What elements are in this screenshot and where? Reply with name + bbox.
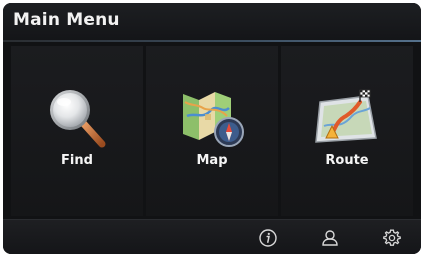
navigation-screen: Main Menu Find Map Route — [3, 3, 421, 254]
find-tile[interactable]: Find — [11, 46, 143, 216]
main-menu-grid: Find Map Route — [11, 46, 413, 216]
info-icon — [259, 229, 277, 247]
title-bar: Main Menu — [3, 3, 421, 40]
settings-gear-icon — [383, 229, 401, 246]
profile-button[interactable] — [320, 228, 340, 248]
magnifier-icon — [50, 90, 106, 148]
map-tile[interactable]: Map — [146, 46, 278, 216]
find-label: Find — [61, 153, 93, 168]
route-label: Route — [325, 153, 369, 168]
title-divider — [3, 40, 421, 42]
page-title: Main Menu — [13, 10, 120, 30]
route-tile[interactable]: Route — [281, 46, 413, 216]
settings-button[interactable] — [382, 228, 402, 248]
folded-map-compass-icon — [183, 92, 244, 147]
info-button[interactable] — [258, 228, 278, 248]
bottom-toolbar — [3, 219, 421, 254]
map-label: Map — [196, 153, 228, 168]
route-map-icon — [315, 89, 377, 143]
user-profile-icon — [322, 230, 338, 246]
